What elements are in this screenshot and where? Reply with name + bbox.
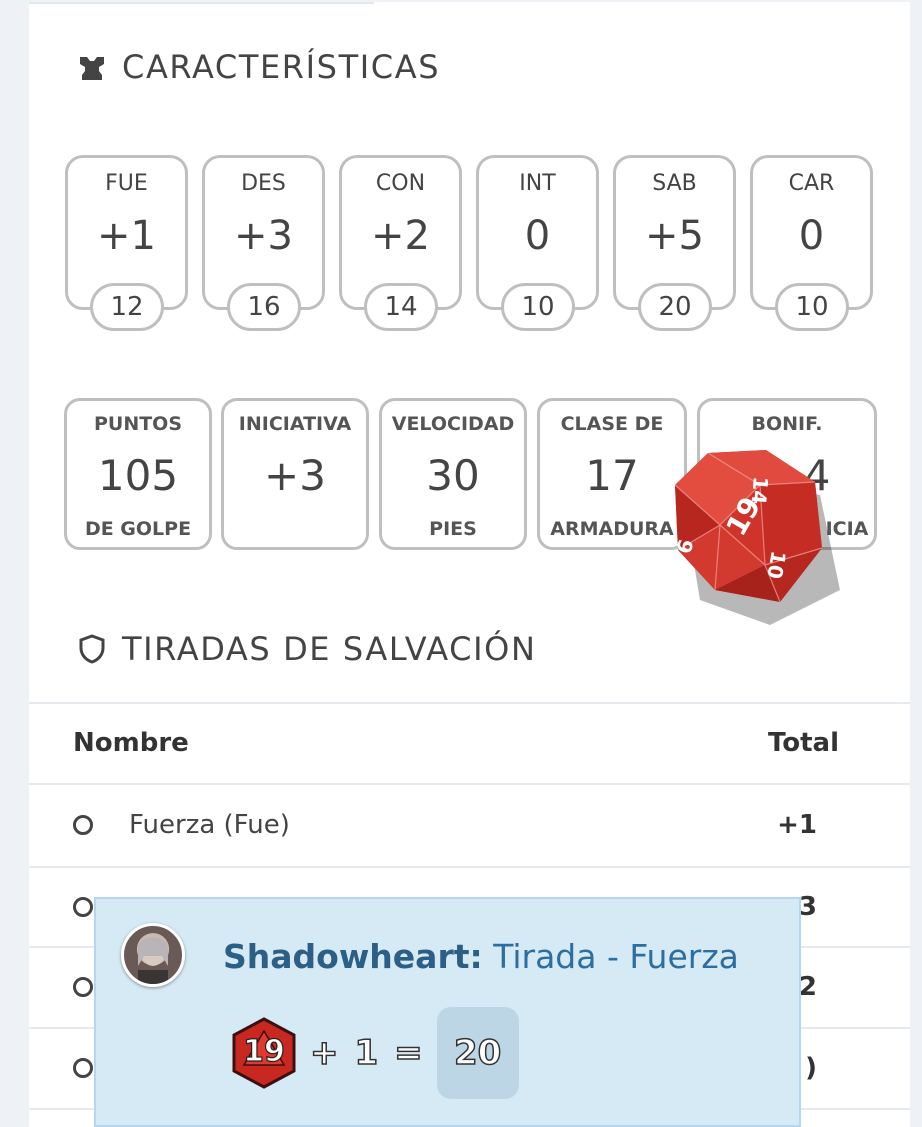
ability-score: 10: [775, 283, 849, 331]
rolling-d20-icon: 19 14 6 10: [660, 440, 870, 640]
ability-box-car[interactable]: CAR 0 10: [750, 155, 873, 331]
ability-score: 16: [227, 283, 301, 331]
save-total: ): [805, 1053, 817, 1083]
ability-modifier: +3: [234, 213, 293, 259]
ability-modifier: 0: [524, 213, 551, 259]
stat-label-top: BONIF.: [751, 413, 823, 435]
ability-modifier: 0: [798, 213, 825, 259]
ability-score: 10: [501, 283, 575, 331]
die-face-14: 14: [747, 476, 773, 506]
ability-modifier: +2: [371, 213, 430, 259]
plus-operator: +: [309, 1032, 339, 1074]
die-face-10: 10: [762, 549, 790, 581]
ability-abbr: INT: [519, 171, 556, 196]
die-result: 19: [243, 1033, 286, 1069]
ability-box-des[interactable]: DES +3 16: [202, 155, 325, 331]
roll-result-toast[interactable]: Shadowheart: Tirada - Fuerza 19 + 1 = 20: [94, 897, 801, 1127]
proficiency-radio[interactable]: [73, 977, 93, 997]
ability-abbr: SAB: [652, 171, 697, 196]
roll-total: 20: [436, 1007, 519, 1099]
stat-label-top: INICIATIVA: [238, 413, 352, 435]
proficiency-radio[interactable]: [73, 815, 93, 835]
column-header-total[interactable]: Total: [768, 728, 839, 758]
equals-operator: =: [393, 1032, 423, 1074]
ability-abbr: FUE: [105, 171, 148, 196]
stat-label-bottom: PIES: [429, 518, 477, 540]
save-total: 3: [798, 892, 817, 922]
stat-label-top: PUNTOS: [93, 413, 183, 435]
shield-icon: [77, 634, 107, 664]
roll-action: Tirada - Fuerza: [493, 937, 739, 976]
ability-box-sab[interactable]: SAB +5 20: [613, 155, 736, 331]
ability-box-int[interactable]: INT 0 10: [476, 155, 599, 331]
hit-points-box[interactable]: PUNTOS 105 DE GOLPE: [64, 398, 212, 550]
save-name: Fuerza (Fue): [129, 810, 290, 840]
stat-value: 30: [426, 451, 480, 500]
proficiency-radio[interactable]: [73, 897, 93, 917]
ability-score: 14: [364, 283, 438, 331]
stat-value: 105: [97, 451, 179, 500]
ability-score: 12: [90, 283, 164, 331]
saving-throws-section-title: TIRADAS DE SALVACIÓN: [77, 630, 536, 668]
ability-modifier: +1: [97, 213, 156, 259]
ability-abbr: CON: [375, 171, 426, 196]
stat-label-top: CLASE DE: [560, 413, 664, 435]
character-name: Shadowheart:: [223, 937, 483, 976]
speed-box[interactable]: VELOCIDAD 30 PIES: [379, 398, 527, 550]
card-top-border: [29, 2, 374, 4]
stat-label-top: VELOCIDAD: [391, 413, 515, 435]
stat-label-bottom: DE GOLPE: [84, 518, 192, 540]
d20-icon: 19: [228, 1017, 300, 1089]
ability-modifier: +5: [645, 213, 704, 259]
ability-abbr: CAR: [788, 171, 835, 196]
saving-throws-title-text: TIRADAS DE SALVACIÓN: [122, 630, 537, 668]
ability-score: 20: [638, 283, 712, 331]
column-header-name[interactable]: Nombre: [73, 728, 189, 758]
abilities-section-title: CARACTERÍSTICAS: [77, 48, 440, 86]
ability-box-con[interactable]: CON +2 14: [339, 155, 462, 331]
roll-modifier: 1: [354, 1032, 379, 1074]
stat-value: +3: [264, 451, 326, 500]
proficiency-radio[interactable]: [73, 1058, 93, 1078]
table-divider: [29, 783, 910, 785]
table-divider: [29, 702, 910, 704]
ability-abbr: DES: [241, 171, 286, 196]
table-row[interactable]: Fuerza (Fue) +1: [29, 786, 910, 866]
save-total: 2: [798, 972, 817, 1002]
roll-title: Shadowheart: Tirada - Fuerza: [223, 937, 739, 976]
strength-arm-icon: [77, 52, 107, 82]
initiative-box[interactable]: INICIATIVA +3: [221, 398, 369, 550]
ability-box-fue[interactable]: FUE +1 12: [65, 155, 188, 331]
roll-formula: 19 + 1 = 20: [228, 1007, 519, 1099]
save-total: +1: [777, 810, 817, 840]
abilities-title-text: CARACTERÍSTICAS: [122, 48, 441, 86]
character-avatar: [121, 923, 185, 987]
